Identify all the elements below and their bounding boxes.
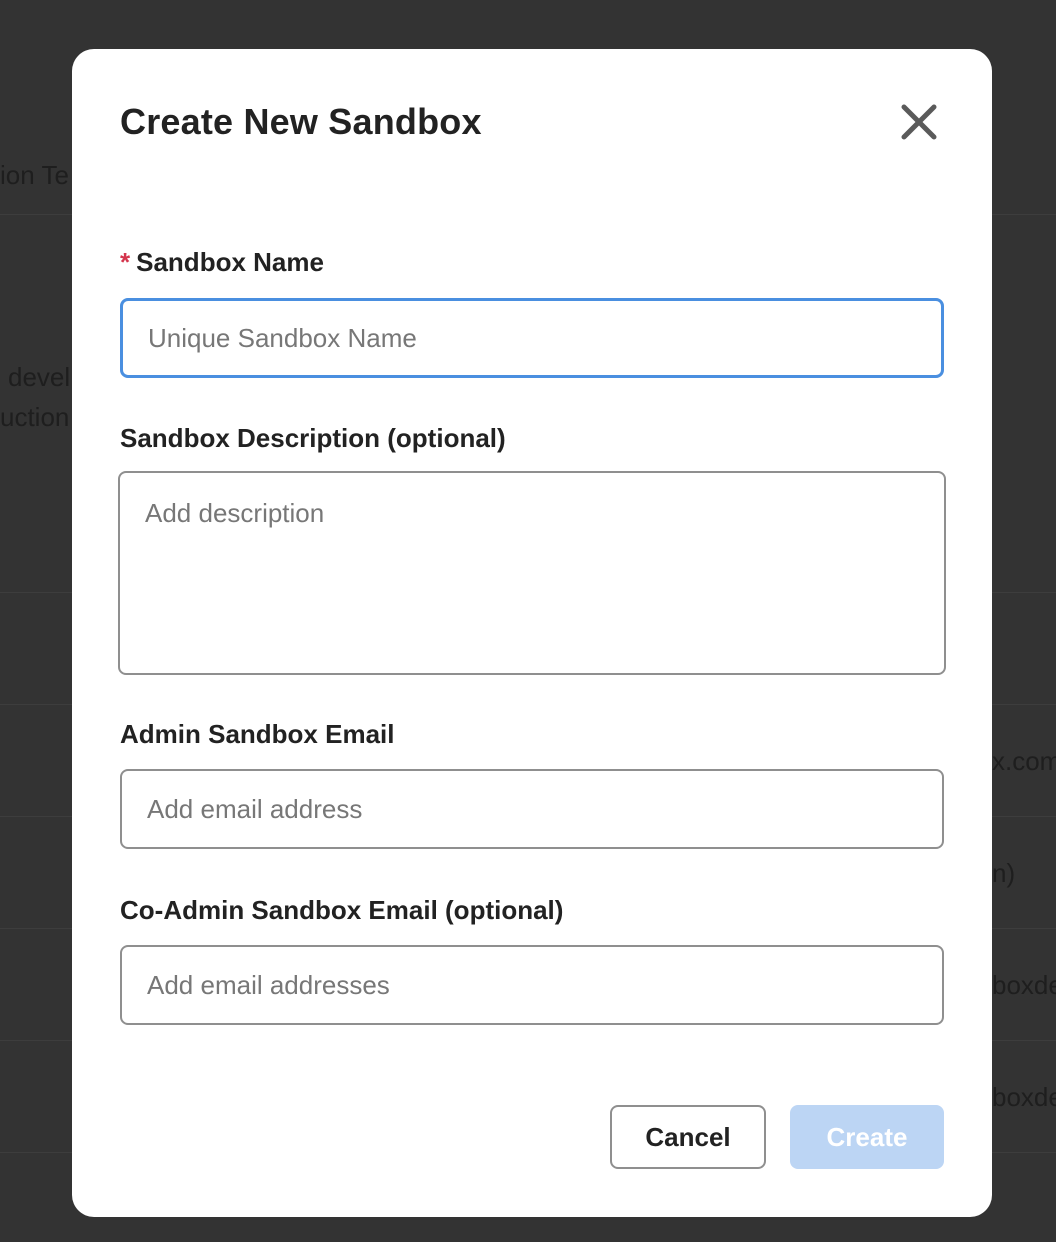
background-text-fragment: n) — [992, 858, 1016, 888]
create-sandbox-dialog: Create New Sandbox *Sandbox Name Sandbox… — [72, 49, 992, 1217]
background-text-fragment: uction — [0, 402, 70, 432]
background-column-header-fragment: ion Te — [0, 160, 69, 190]
dialog-title: Create New Sandbox — [120, 101, 482, 142]
close-button[interactable] — [898, 101, 940, 143]
background-text-fragment: boxde — [992, 970, 1056, 1000]
close-icon — [901, 104, 937, 140]
sandbox-name-label: * Sandbox Name — [120, 247, 324, 278]
sandbox-name-label-text: Sandbox Name — [136, 247, 324, 277]
background-text-fragment: x.com — [992, 746, 1056, 776]
admin-email-input[interactable] — [120, 769, 944, 849]
co-admin-email-label: Co-Admin Sandbox Email (optional) — [120, 895, 564, 925]
background-text-fragment: boxde — [992, 1082, 1056, 1112]
sandbox-description-textarea[interactable] — [118, 471, 946, 675]
sandbox-name-input[interactable] — [120, 298, 944, 378]
required-marker: * — [120, 247, 131, 277]
sandbox-description-label: Sandbox Description (optional) — [120, 423, 506, 453]
background-text-fragment: devel — [8, 362, 71, 392]
create-button[interactable]: Create — [790, 1105, 944, 1169]
cancel-button[interactable]: Cancel — [610, 1105, 766, 1169]
co-admin-email-input[interactable] — [120, 945, 944, 1025]
admin-email-label: Admin Sandbox Email — [120, 719, 395, 749]
